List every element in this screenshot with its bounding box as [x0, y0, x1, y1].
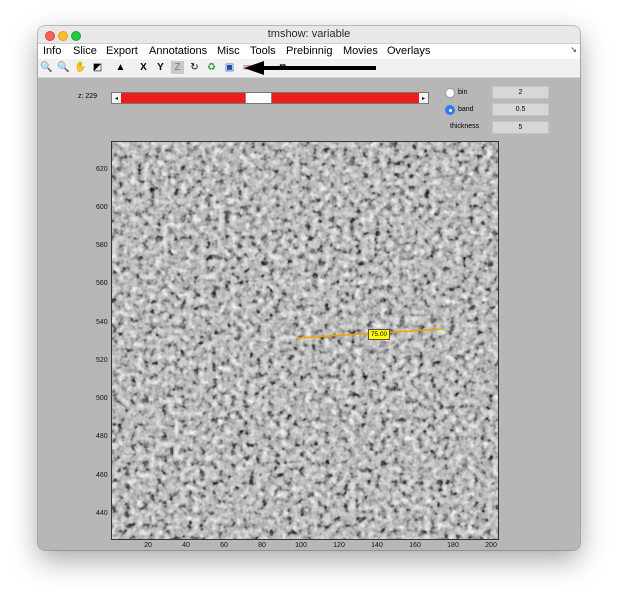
- x-tick: 80: [258, 542, 266, 549]
- x-tick: 60: [220, 542, 228, 549]
- menu-movies[interactable]: Movies: [343, 45, 378, 57]
- recycle-icon[interactable]: ♻: [205, 61, 218, 74]
- menu-bar: Info Slice Export Annotations Misc Tools…: [38, 44, 580, 59]
- y-tick: 540: [96, 319, 108, 326]
- x-tick: 120: [333, 542, 345, 549]
- resize-corner-icon: ↘: [570, 45, 577, 54]
- x-tick: 180: [447, 542, 459, 549]
- menu-annotations[interactable]: Annotations: [149, 45, 207, 57]
- menu-overlays[interactable]: Overlays: [387, 45, 430, 57]
- menu-misc[interactable]: Misc: [217, 45, 240, 57]
- zoom-out-icon[interactable]: 🔍: [57, 61, 70, 74]
- band-radio[interactable]: [445, 105, 455, 115]
- y-tick: 440: [96, 510, 108, 517]
- z-axis-button[interactable]: Z: [171, 61, 184, 74]
- thickness-field[interactable]: 5: [492, 121, 549, 134]
- menu-prebinnig[interactable]: Prebinnig: [286, 45, 332, 57]
- bin-label: bin: [458, 89, 468, 96]
- rotate-icon[interactable]: ↻: [188, 61, 201, 74]
- slider-thumb[interactable]: [245, 93, 272, 103]
- y-tick: 500: [96, 395, 108, 402]
- window-title: tmshow: variable: [267, 28, 351, 40]
- y-tick: 560: [96, 280, 108, 287]
- menu-export[interactable]: Export: [106, 45, 138, 57]
- bin-field[interactable]: 2: [492, 86, 549, 99]
- band-field[interactable]: 0.5: [492, 103, 549, 116]
- x-tick: 160: [409, 542, 421, 549]
- pan-hand-icon[interactable]: ✋: [74, 61, 87, 74]
- y-tick: 460: [96, 472, 108, 479]
- menu-slice[interactable]: Slice: [73, 45, 97, 57]
- y-tick: 600: [96, 204, 108, 211]
- thickness-label: thickness: [450, 123, 480, 130]
- x-tick: 40: [182, 542, 190, 549]
- slice-slider[interactable]: ◂ ▸: [111, 92, 429, 104]
- y-tick: 520: [96, 357, 108, 364]
- y-tick: 620: [96, 166, 108, 173]
- x-tick: 20: [144, 542, 152, 549]
- slice-label: z: 229: [78, 93, 98, 100]
- band-label: band: [458, 106, 474, 113]
- slider-left-arrow-icon[interactable]: ◂: [112, 93, 121, 103]
- y-tick: 580: [96, 242, 108, 249]
- measurement-label: 75.00: [368, 329, 390, 340]
- histogram-icon[interactable]: ▲: [114, 61, 127, 74]
- bin-radio[interactable]: [445, 88, 455, 98]
- x-axis-button[interactable]: X: [137, 61, 150, 74]
- x-tick: 100: [295, 542, 307, 549]
- title-bar: tmshow: variable: [38, 26, 580, 44]
- menu-info[interactable]: Info: [43, 45, 61, 57]
- pointer-arrow-overlay: [244, 61, 376, 75]
- menu-tools[interactable]: Tools: [250, 45, 276, 57]
- slider-right-arrow-icon[interactable]: ▸: [419, 93, 428, 103]
- x-tick: 200: [485, 542, 497, 549]
- x-tick: 140: [371, 542, 383, 549]
- y-tick: 480: [96, 433, 108, 440]
- y-axis-button[interactable]: Y: [154, 61, 167, 74]
- main-window: tmshow: variable Info Slice Export Annot…: [38, 26, 580, 550]
- zoom-in-icon[interactable]: 🔍: [40, 61, 53, 74]
- monitor-icon[interactable]: ▣: [223, 61, 236, 74]
- contrast-icon[interactable]: ◩: [91, 61, 104, 74]
